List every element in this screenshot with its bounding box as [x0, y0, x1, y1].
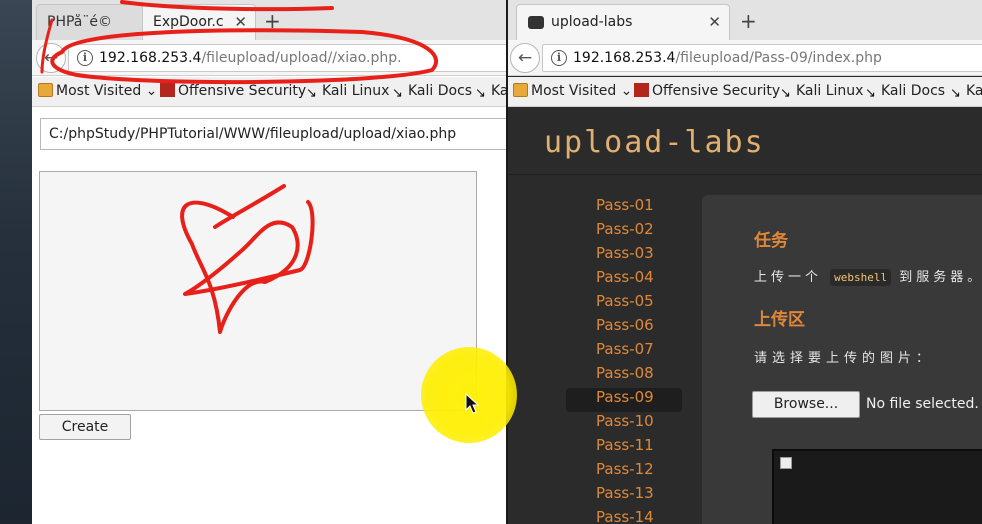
cloud-favicon-icon — [528, 16, 544, 29]
mouse-pointer-icon — [465, 393, 479, 414]
tab-bar: upload-labs ✕ + — [508, 0, 982, 40]
star-scribble — [180, 184, 315, 334]
upload-labs-page: upload-labs Pass-01 Pass-02 Pass-03 Pass… — [508, 108, 982, 524]
broken-image-icon — [780, 457, 792, 469]
back-button[interactable]: ← — [36, 43, 66, 73]
path-input[interactable]: C:/phpStudy/PHPTutorial/WWW/fileupload/u… — [40, 118, 506, 150]
browse-button[interactable]: Browse... — [752, 391, 860, 418]
sidebar-item-pass-14[interactable]: Pass-14 — [566, 508, 682, 524]
right-browser-window: upload-labs ✕ + ← i 192.168.253.4/fileup… — [506, 0, 982, 524]
tab-bar: PHPå¨é© ExpDoor.c ✕ + — [32, 0, 506, 40]
bookmark-kali-docs[interactable]: ↘ Kali Docs — [390, 83, 472, 101]
bookmark-ka[interactable]: ↘ Ka — [948, 83, 982, 101]
url-text: 192.168.253.4/fileupload/upload//xiao.ph… — [99, 50, 402, 66]
tab-title: upload-labs — [551, 14, 633, 30]
sidebar-item-pass-13[interactable]: Pass-13 — [566, 484, 682, 508]
logo-mark: upload-labs — [544, 125, 765, 160]
left-browser-window: PHPå¨é© ExpDoor.c ✕ + ← i 192.168.253.4/… — [32, 0, 506, 524]
info-icon[interactable]: i — [77, 50, 93, 66]
kali-dragon-icon: ↘ — [780, 86, 791, 101]
bookmark-kali-docs[interactable]: ↘ Kali Docs — [863, 83, 945, 101]
bookmark-ka[interactable]: ↘ Ka — [473, 83, 506, 101]
kali-dragon-icon: ↘ — [865, 86, 876, 101]
image-preview — [772, 449, 982, 524]
chevron-down-icon: ⌄ — [616, 83, 633, 99]
nav-bar: ← i 192.168.253.4/fileupload/upload//xia… — [32, 40, 506, 76]
sidebar-item-pass-07[interactable]: Pass-07 — [566, 340, 682, 364]
code-snippet: webshell — [830, 269, 892, 286]
info-icon[interactable]: i — [551, 50, 567, 66]
sidebar-item-pass-02[interactable]: Pass-02 — [566, 220, 682, 244]
bookmark-offensive-security[interactable]: Offensive Security — [160, 83, 306, 99]
sidebar-item-pass-03[interactable]: Pass-03 — [566, 244, 682, 268]
upload-labs-logo: upload-labs — [544, 124, 774, 164]
file-status: No file selected. — [866, 396, 979, 412]
offsec-icon — [634, 83, 649, 97]
sidebar-item-pass-04[interactable]: Pass-04 — [566, 268, 682, 292]
sidebar-item-pass-10[interactable]: Pass-10 — [566, 412, 682, 436]
pass-sidebar: Pass-01 Pass-02 Pass-03 Pass-04 Pass-05 … — [566, 196, 682, 524]
bookmark-kali-linux[interactable]: ↘ Kali Linux — [778, 83, 863, 101]
kali-dragon-icon: ↘ — [392, 86, 403, 101]
bookmark-most-visited[interactable]: Most Visited ⌄ — [38, 83, 157, 99]
url-bar[interactable]: i 192.168.253.4/fileupload/upload//xiao.… — [68, 44, 506, 72]
sidebar-item-pass-06[interactable]: Pass-06 — [566, 316, 682, 340]
folder-icon — [38, 83, 53, 97]
tab-title: PHPå¨é© — [47, 14, 112, 30]
sidebar-item-pass-11[interactable]: Pass-11 — [566, 436, 682, 460]
chevron-down-icon: ⌄ — [141, 83, 158, 99]
svg-text:upload-labs: upload-labs — [544, 125, 765, 160]
sidebar-item-pass-12[interactable]: Pass-12 — [566, 460, 682, 484]
content-panel: 任务 上传一个 webshell 到服务器。 上传区 请选择要上传的图片： Br… — [702, 195, 982, 524]
task-heading: 任务 — [754, 231, 788, 251]
tab-upload-labs[interactable]: upload-labs ✕ — [516, 4, 730, 40]
drawing-canvas[interactable] — [39, 171, 477, 411]
upload-area-heading: 上传区 — [754, 310, 805, 330]
url-text: 192.168.253.4/fileupload/Pass-09/index.p… — [573, 50, 882, 66]
bookmarks-bar: Most Visited ⌄ Offensive Security ↘ Kali … — [32, 77, 506, 107]
task-description: 上传一个 webshell 到服务器。 — [754, 269, 982, 286]
sidebar-item-pass-01[interactable]: Pass-01 — [566, 196, 682, 220]
nav-bar: ← i 192.168.253.4/fileupload/Pass-09/ind… — [508, 40, 982, 76]
tab-php[interactable]: PHPå¨é© — [36, 4, 146, 40]
kali-dragon-icon: ↘ — [950, 86, 961, 101]
folder-icon — [513, 83, 528, 97]
back-button[interactable]: ← — [510, 43, 540, 73]
bookmark-kali-linux[interactable]: ↘ Kali Linux — [304, 83, 389, 101]
close-tab-icon[interactable]: ✕ — [708, 13, 721, 31]
new-tab-icon[interactable]: + — [264, 9, 281, 33]
kali-dragon-icon: ↘ — [306, 86, 317, 101]
tab-title: ExpDoor.c — [153, 14, 224, 30]
sidebar-item-pass-08[interactable]: Pass-08 — [566, 364, 682, 388]
new-tab-icon[interactable]: + — [740, 9, 757, 33]
choose-file-label: 请选择要上传的图片： — [754, 351, 935, 366]
create-button[interactable]: Create — [39, 414, 131, 440]
url-bar[interactable]: i 192.168.253.4/fileupload/Pass-09/index… — [542, 44, 982, 72]
bookmark-offensive-security[interactable]: Offensive Security — [634, 83, 780, 99]
offsec-icon — [160, 83, 175, 97]
sidebar-item-pass-05[interactable]: Pass-05 — [566, 292, 682, 316]
header-divider — [508, 174, 982, 175]
bookmarks-bar: Most Visited ⌄ Offensive Security ↘ Kali … — [508, 77, 982, 107]
kali-dragon-icon: ↘ — [475, 86, 486, 101]
tab-expdoor[interactable]: ExpDoor.c ✕ — [142, 4, 256, 40]
desktop-background — [0, 0, 32, 524]
sidebar-item-pass-09[interactable]: Pass-09 — [566, 388, 682, 412]
bookmark-most-visited[interactable]: Most Visited ⌄ — [513, 83, 632, 99]
close-tab-icon[interactable]: ✕ — [234, 13, 247, 31]
